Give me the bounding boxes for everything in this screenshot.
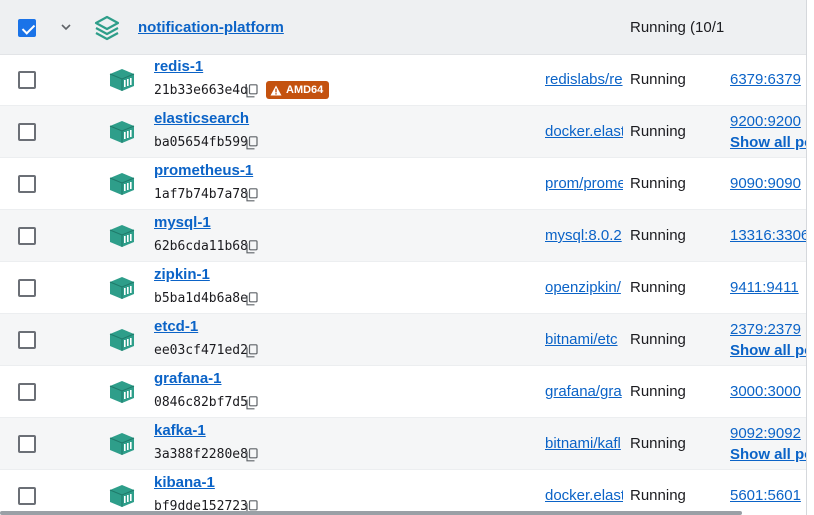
group-status: Running (10/1 (630, 19, 725, 36)
container-id: ba05654fb599 (154, 135, 248, 150)
group-name-link[interactable]: notification-platform (138, 19, 284, 36)
status-text: Running (630, 227, 686, 244)
image-link[interactable]: docker.elast (545, 123, 623, 140)
copy-icon[interactable] (246, 136, 258, 150)
warning-icon (270, 85, 282, 95)
container-cube-icon (109, 173, 135, 195)
container-name-link[interactable]: kafka-1 (154, 422, 206, 439)
container-name-link[interactable]: etcd-1 (154, 318, 198, 335)
status-text: Running (630, 279, 686, 296)
copy-icon[interactable] (246, 396, 258, 410)
container-name-link[interactable]: prometheus-1 (154, 162, 253, 179)
copy-icon[interactable] (246, 292, 258, 306)
image-link[interactable]: redislabs/re (545, 71, 623, 88)
container-row[interactable]: kafka-1 3a388f2280e8 bitnami/kafl Running 90… (0, 418, 806, 470)
status-text: Running (630, 175, 686, 192)
container-row[interactable]: mysql-1 62b6cda11b68 mysql:8.0.2 Running 133… (0, 210, 806, 262)
container-name-link[interactable]: elasticsearch (154, 110, 249, 127)
container-name-link[interactable]: zipkin-1 (154, 266, 210, 283)
port-link[interactable]: 6379:6379 (730, 71, 801, 88)
image-link[interactable]: docker.elast (545, 487, 623, 504)
status-text: Running (630, 487, 686, 504)
container-row[interactable]: elasticsearch ba05654fb599 docker.elast Run… (0, 106, 806, 158)
group-checkbox[interactable] (18, 19, 36, 37)
image-link[interactable]: bitnami/etc (545, 331, 623, 348)
container-row[interactable]: kibana-1 bf9dde152723 docker.elast Running 5… (0, 470, 806, 515)
status-text: Running (630, 331, 686, 348)
port-link[interactable]: 9200:9200 (730, 113, 801, 130)
container-id: 1af7b74b7a78 (154, 187, 248, 202)
container-cube-icon (109, 329, 135, 351)
row-checkbox[interactable] (18, 383, 36, 401)
row-checkbox[interactable] (18, 227, 36, 245)
image-link[interactable]: openzipkin/ (545, 279, 623, 296)
group-row[interactable]: notification-platform Running (10/1 (0, 0, 806, 55)
port-link[interactable]: 13316:3306 (730, 227, 806, 244)
port-link[interactable]: 2379:2379 (730, 321, 801, 338)
container-list: notification-platform Running (10/1 redi… (0, 0, 806, 515)
container-id: 0846c82bf7d5 (154, 395, 248, 410)
copy-icon[interactable] (246, 84, 258, 98)
copy-icon[interactable] (246, 240, 258, 254)
container-id: 62b6cda11b68 (154, 239, 248, 254)
container-id: ee03cf471ed2 (154, 343, 248, 358)
container-cube-icon (109, 121, 135, 143)
port-link[interactable]: 3000:3000 (730, 383, 801, 400)
row-checkbox[interactable] (18, 487, 36, 505)
image-link[interactable]: bitnami/kafl (545, 435, 623, 452)
copy-icon[interactable] (246, 448, 258, 462)
status-text: Running (630, 71, 686, 88)
show-all-ports-link[interactable]: Show all po (730, 446, 806, 463)
status-text: Running (630, 123, 686, 140)
row-checkbox[interactable] (18, 71, 36, 89)
chevron-down-icon[interactable] (58, 19, 74, 35)
architecture-badge: AMD64 (266, 81, 330, 99)
container-id: 3a388f2280e8 (154, 447, 248, 462)
port-link[interactable]: 9411:9411 (730, 279, 799, 296)
horizontal-scrollbar[interactable] (0, 511, 742, 515)
port-link[interactable]: 9092:9092 (730, 425, 801, 442)
row-checkbox[interactable] (18, 175, 36, 193)
row-checkbox[interactable] (18, 279, 36, 297)
container-id: 21b33e663e4d (154, 83, 248, 98)
row-checkbox[interactable] (18, 331, 36, 349)
container-name-link[interactable]: mysql-1 (154, 214, 211, 231)
container-cube-icon (109, 485, 135, 507)
container-cube-icon (109, 277, 135, 299)
container-cube-icon (109, 69, 135, 91)
container-id: b5ba1d4b6a8e (154, 291, 248, 306)
container-row[interactable]: redis-1 21b33e663e4d AMD64 redislabs/re Runn… (0, 54, 806, 106)
container-name-link[interactable]: grafana-1 (154, 370, 222, 387)
container-name-link[interactable]: kibana-1 (154, 474, 215, 491)
container-cube-icon (109, 433, 135, 455)
badge-label: AMD64 (286, 84, 324, 96)
copy-icon[interactable] (246, 188, 258, 202)
container-row[interactable]: zipkin-1 b5ba1d4b6a8e openzipkin/Running 94… (0, 262, 806, 314)
show-all-ports-link[interactable]: Show all po (730, 342, 806, 359)
container-name-link[interactable]: redis-1 (154, 58, 203, 75)
stack-layers-icon (94, 15, 120, 41)
container-row[interactable]: etcd-1 ee03cf471ed2 bitnami/etc Running 2379… (0, 314, 806, 366)
port-link[interactable]: 5601:5601 (730, 487, 801, 504)
image-link[interactable]: prom/prome (545, 175, 623, 192)
row-checkbox[interactable] (18, 123, 36, 141)
container-cube-icon (109, 225, 135, 247)
container-cube-icon (109, 381, 135, 403)
image-link[interactable]: grafana/gra (545, 383, 623, 400)
vertical-scrollbar[interactable] (806, 0, 814, 515)
copy-icon[interactable] (246, 344, 258, 358)
port-link[interactable]: 9090:9090 (730, 175, 801, 192)
status-text: Running (630, 383, 686, 400)
show-all-ports-link[interactable]: Show all po (730, 134, 806, 151)
container-row[interactable]: grafana-1 0846c82bf7d5 grafana/gra Running 3… (0, 366, 806, 418)
row-checkbox[interactable] (18, 435, 36, 453)
status-text: Running (630, 435, 686, 452)
image-link[interactable]: mysql:8.0.2 (545, 227, 623, 244)
container-row[interactable]: prometheus-1 1af7b74b7a78 prom/prome Runnin… (0, 158, 806, 210)
